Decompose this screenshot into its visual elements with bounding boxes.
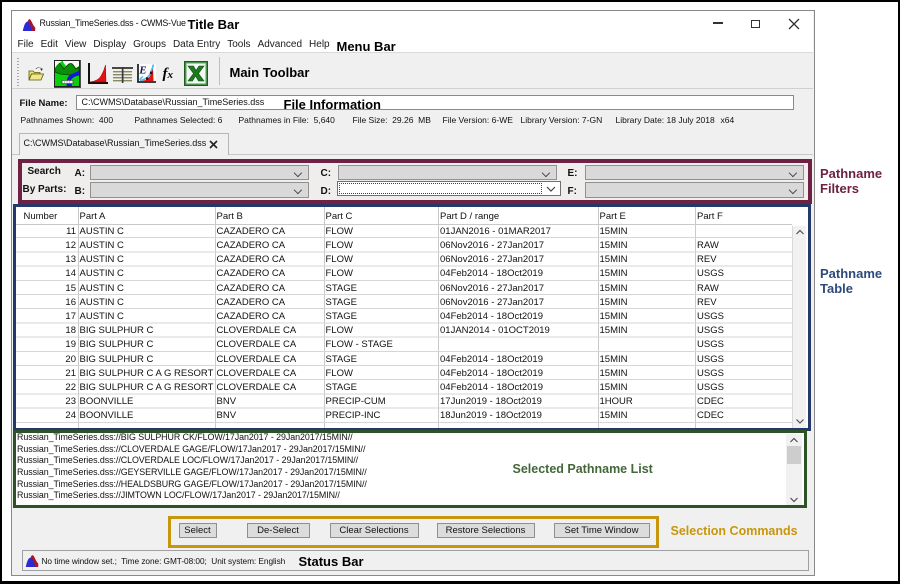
svg-text:E: E <box>138 64 146 76</box>
